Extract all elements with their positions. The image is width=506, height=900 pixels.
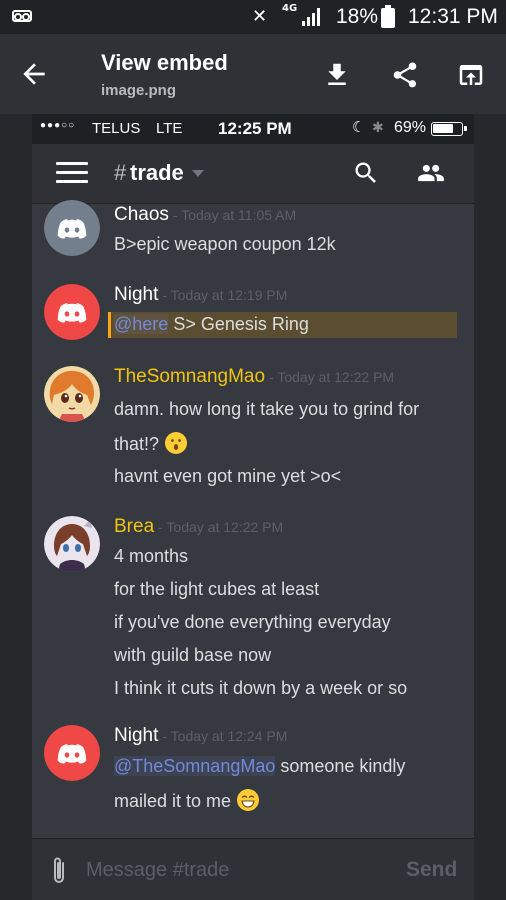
message-text-body: that!? bbox=[114, 434, 160, 454]
status-time: 12:31 PM bbox=[408, 5, 498, 28]
message-author[interactable]: TheSomnangMao - Today at 12:22 PM bbox=[114, 366, 394, 388]
avatar[interactable] bbox=[44, 200, 100, 256]
message-text: B>epic weapon coupon 12k bbox=[114, 234, 336, 254]
voicemail-icon bbox=[12, 10, 32, 22]
battery-icon bbox=[381, 5, 395, 28]
message-text: @here S> Genesis Ring bbox=[114, 314, 309, 335]
avatar[interactable] bbox=[44, 284, 100, 340]
message-author[interactable]: Brea - Today at 12:22 PM bbox=[114, 516, 283, 538]
mute-icon: ✕ bbox=[252, 6, 268, 27]
send-button[interactable]: Send bbox=[406, 858, 457, 882]
network-type: 4G bbox=[282, 3, 298, 14]
app-bar: View embed image.png bbox=[0, 34, 506, 114]
message-timestamp: - Today at 12:22 PM bbox=[158, 519, 284, 535]
message-text: havnt even got mine yet >o< bbox=[114, 466, 342, 486]
message-text: with guild base now bbox=[114, 645, 272, 665]
message-text-body: someone kindly bbox=[275, 756, 406, 776]
embedded-screenshot: ●●●○○ TELUS LTE 12:25 PM ☾ ✱ 69% # trade bbox=[32, 114, 474, 900]
avatar[interactable] bbox=[44, 725, 100, 781]
message-text-body: S> Genesis Ring bbox=[168, 314, 309, 334]
author-name[interactable]: TheSomnangMao bbox=[114, 366, 265, 387]
page-title: View embed bbox=[101, 50, 228, 75]
author-name[interactable]: Brea bbox=[114, 516, 154, 537]
ios-battery-icon bbox=[431, 122, 467, 136]
embed-margin-left bbox=[0, 114, 32, 900]
mention-here[interactable]: @here bbox=[114, 314, 169, 334]
message-text: that!? bbox=[114, 432, 188, 455]
message-text: damn. how long it take you to grind for bbox=[114, 399, 420, 419]
surprised-emoji-icon bbox=[165, 432, 188, 454]
hamburger-menu-icon[interactable] bbox=[56, 162, 88, 184]
moon-icon: ☾ bbox=[352, 119, 366, 136]
message-text: mailed it to me bbox=[114, 789, 260, 812]
avatar[interactable] bbox=[44, 366, 100, 422]
author-name[interactable]: Night bbox=[114, 725, 158, 746]
message-text: I think it cuts it down by a week or so bbox=[114, 678, 408, 698]
channel-header: # trade bbox=[32, 144, 474, 204]
author-name[interactable]: Night bbox=[114, 284, 158, 305]
attachment-icon[interactable] bbox=[48, 855, 70, 887]
signal-dots-icon: ●●●○○ bbox=[40, 120, 76, 131]
channel-hash: # bbox=[114, 160, 127, 185]
message-text: @TheSomnangMao someone kindly bbox=[114, 756, 405, 777]
embed-margin-right bbox=[474, 114, 506, 900]
share-icon[interactable] bbox=[390, 60, 420, 90]
channel-name[interactable]: trade bbox=[130, 160, 184, 186]
message-timestamp: - Today at 12:22 PM bbox=[269, 369, 395, 385]
ios-network-type: LTE bbox=[156, 120, 183, 137]
battery-percent: 18% bbox=[336, 5, 379, 28]
message-timestamp: - Today at 12:24 PM bbox=[162, 728, 288, 744]
search-icon[interactable] bbox=[352, 159, 380, 187]
bluetooth-icon: ✱ bbox=[372, 119, 384, 135]
message-text-body: mailed it to me bbox=[114, 791, 232, 811]
user-mention[interactable]: @TheSomnangMao bbox=[114, 756, 276, 776]
carrier-name: TELUS bbox=[92, 120, 141, 137]
file-name: image.png bbox=[101, 82, 177, 99]
download-icon[interactable] bbox=[322, 60, 352, 90]
message-text: if you've done everything everyday bbox=[114, 612, 391, 632]
signal-icon bbox=[302, 8, 324, 26]
message-author[interactable]: Night - Today at 12:19 PM bbox=[114, 284, 287, 306]
message-author[interactable]: Chaos - Today at 11:05 AM bbox=[114, 204, 296, 226]
avatar[interactable] bbox=[44, 516, 100, 572]
message-author[interactable]: Night - Today at 12:24 PM bbox=[114, 725, 287, 747]
message-text: 4 months bbox=[114, 546, 189, 566]
message-timestamp: - Today at 12:19 PM bbox=[162, 287, 288, 303]
ios-status-bar: ●●●○○ TELUS LTE 12:25 PM ☾ ✱ 69% bbox=[32, 114, 474, 144]
message-timestamp: - Today at 11:05 AM bbox=[172, 207, 297, 223]
open-external-icon[interactable] bbox=[456, 60, 486, 90]
ios-time: 12:25 PM bbox=[218, 119, 292, 138]
status-bar: ✕ 4G 18% 12:31 PM bbox=[0, 0, 506, 34]
members-icon[interactable] bbox=[414, 159, 448, 187]
message-text: for the light cubes at least bbox=[114, 579, 320, 599]
grinning-emoji-icon bbox=[237, 789, 260, 811]
message-input[interactable]: Message #trade bbox=[86, 859, 229, 882]
chevron-down-icon[interactable] bbox=[192, 170, 204, 177]
ios-battery-percent: 69% bbox=[394, 119, 427, 136]
back-arrow-icon[interactable] bbox=[18, 58, 50, 90]
message-composer: Message #trade Send bbox=[32, 838, 474, 900]
author-name[interactable]: Chaos bbox=[114, 204, 169, 225]
